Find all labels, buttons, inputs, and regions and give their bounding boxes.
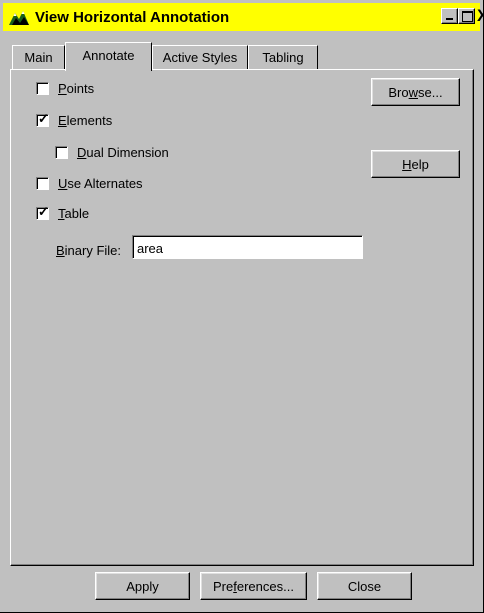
window-title: View Horizontal Annotation — [35, 9, 230, 26]
preferences-button[interactable]: Preferences... — [200, 572, 307, 600]
browse-button-label: Browse... — [388, 84, 443, 100]
check-icon: ✓ — [38, 110, 49, 126]
table-checkbox[interactable]: ✓ Table — [36, 203, 90, 221]
elements-label: Elements — [58, 112, 113, 128]
table-label: Table — [58, 205, 90, 221]
elements-checkbox-box[interactable]: ✓ — [36, 110, 49, 127]
dual-dimension-label: Dual Dimension — [77, 144, 169, 160]
browse-button[interactable]: Browse... — [371, 78, 460, 106]
table-checkbox-box[interactable]: ✓ — [36, 203, 49, 220]
apply-button[interactable]: Apply — [95, 572, 190, 600]
title-bar[interactable]: View Horizontal Annotation X — [3, 3, 484, 31]
help-button-label: Help — [402, 156, 429, 172]
tab-tabling[interactable]: Tabling — [248, 45, 318, 69]
app-mountain-icon — [9, 9, 29, 25]
use-alternates-checkbox[interactable]: Use Alternates — [36, 175, 143, 191]
help-button[interactable]: Help — [371, 150, 460, 178]
dual-dimension-checkbox[interactable]: Dual Dimension — [55, 144, 169, 160]
points-checkbox-box[interactable] — [36, 81, 49, 95]
close-icon[interactable]: X — [477, 7, 484, 25]
points-label: Points — [58, 80, 95, 96]
check-icon: ✓ — [38, 203, 49, 219]
use-alternates-label: Use Alternates — [58, 175, 143, 191]
maximize-icon[interactable] — [458, 8, 475, 24]
minimize-icon[interactable] — [441, 8, 458, 24]
preferences-button-label: Preferences... — [213, 578, 294, 594]
use-alternates-checkbox-box[interactable] — [36, 176, 49, 190]
tab-active-styles[interactable]: Active Styles — [152, 45, 248, 69]
elements-checkbox[interactable]: ✓ Elements — [36, 110, 113, 128]
tab-annotate[interactable]: Annotate — [65, 42, 152, 71]
binary-file-input[interactable] — [132, 235, 363, 259]
tab-main[interactable]: Main — [12, 45, 65, 69]
dual-dimension-checkbox-box[interactable] — [55, 145, 68, 159]
points-checkbox[interactable]: Points — [36, 80, 94, 96]
close-button[interactable]: Close — [317, 572, 412, 600]
binary-file-label: Binary File: — [56, 243, 122, 258]
dialog-window: View Horizontal Annotation X Main Annota… — [0, 0, 484, 613]
